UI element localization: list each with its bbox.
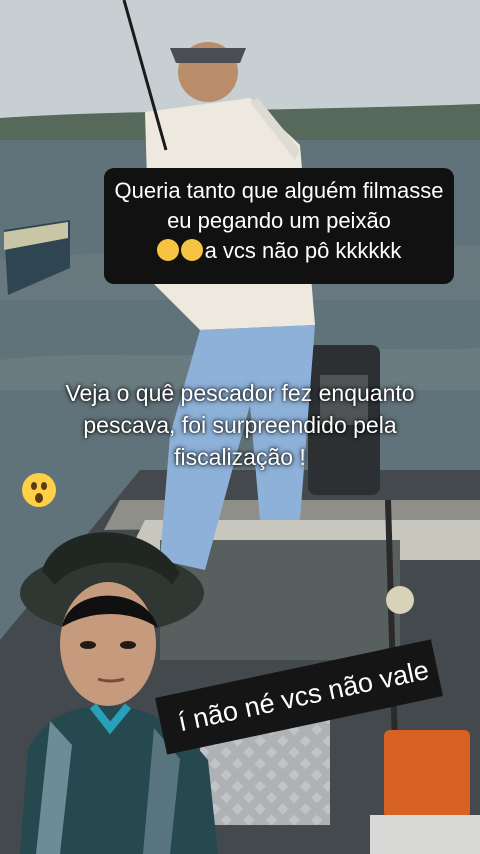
surprised-face-emoji-icon [22,473,56,507]
screaming-face-emoji-icon [180,239,203,261]
screaming-face-emoji-icon [156,239,179,261]
caption-box: Queria tanto que alguém filmasse eu pega… [104,168,454,284]
caption-line-3: a vcs não pô kkkkkk [104,236,454,266]
video-overlay-text: Veja o quê pescador fez enquanto pescava… [18,377,462,507]
person-avatar-image [20,532,218,854]
caption-line-1: Queria tanto que alguém filmasse [114,178,444,203]
overlay-line-3: fiscalização ! [18,441,462,507]
overlay-line-2: pescava, foi surpreendido pela [83,412,397,438]
video-frame: Queria tanto que alguém filmasse eu pega… [0,0,480,854]
caption-line-2: eu pegando um peixão [167,208,391,233]
overlay-line-1: Veja o quê pescador fez enquanto [65,380,415,406]
